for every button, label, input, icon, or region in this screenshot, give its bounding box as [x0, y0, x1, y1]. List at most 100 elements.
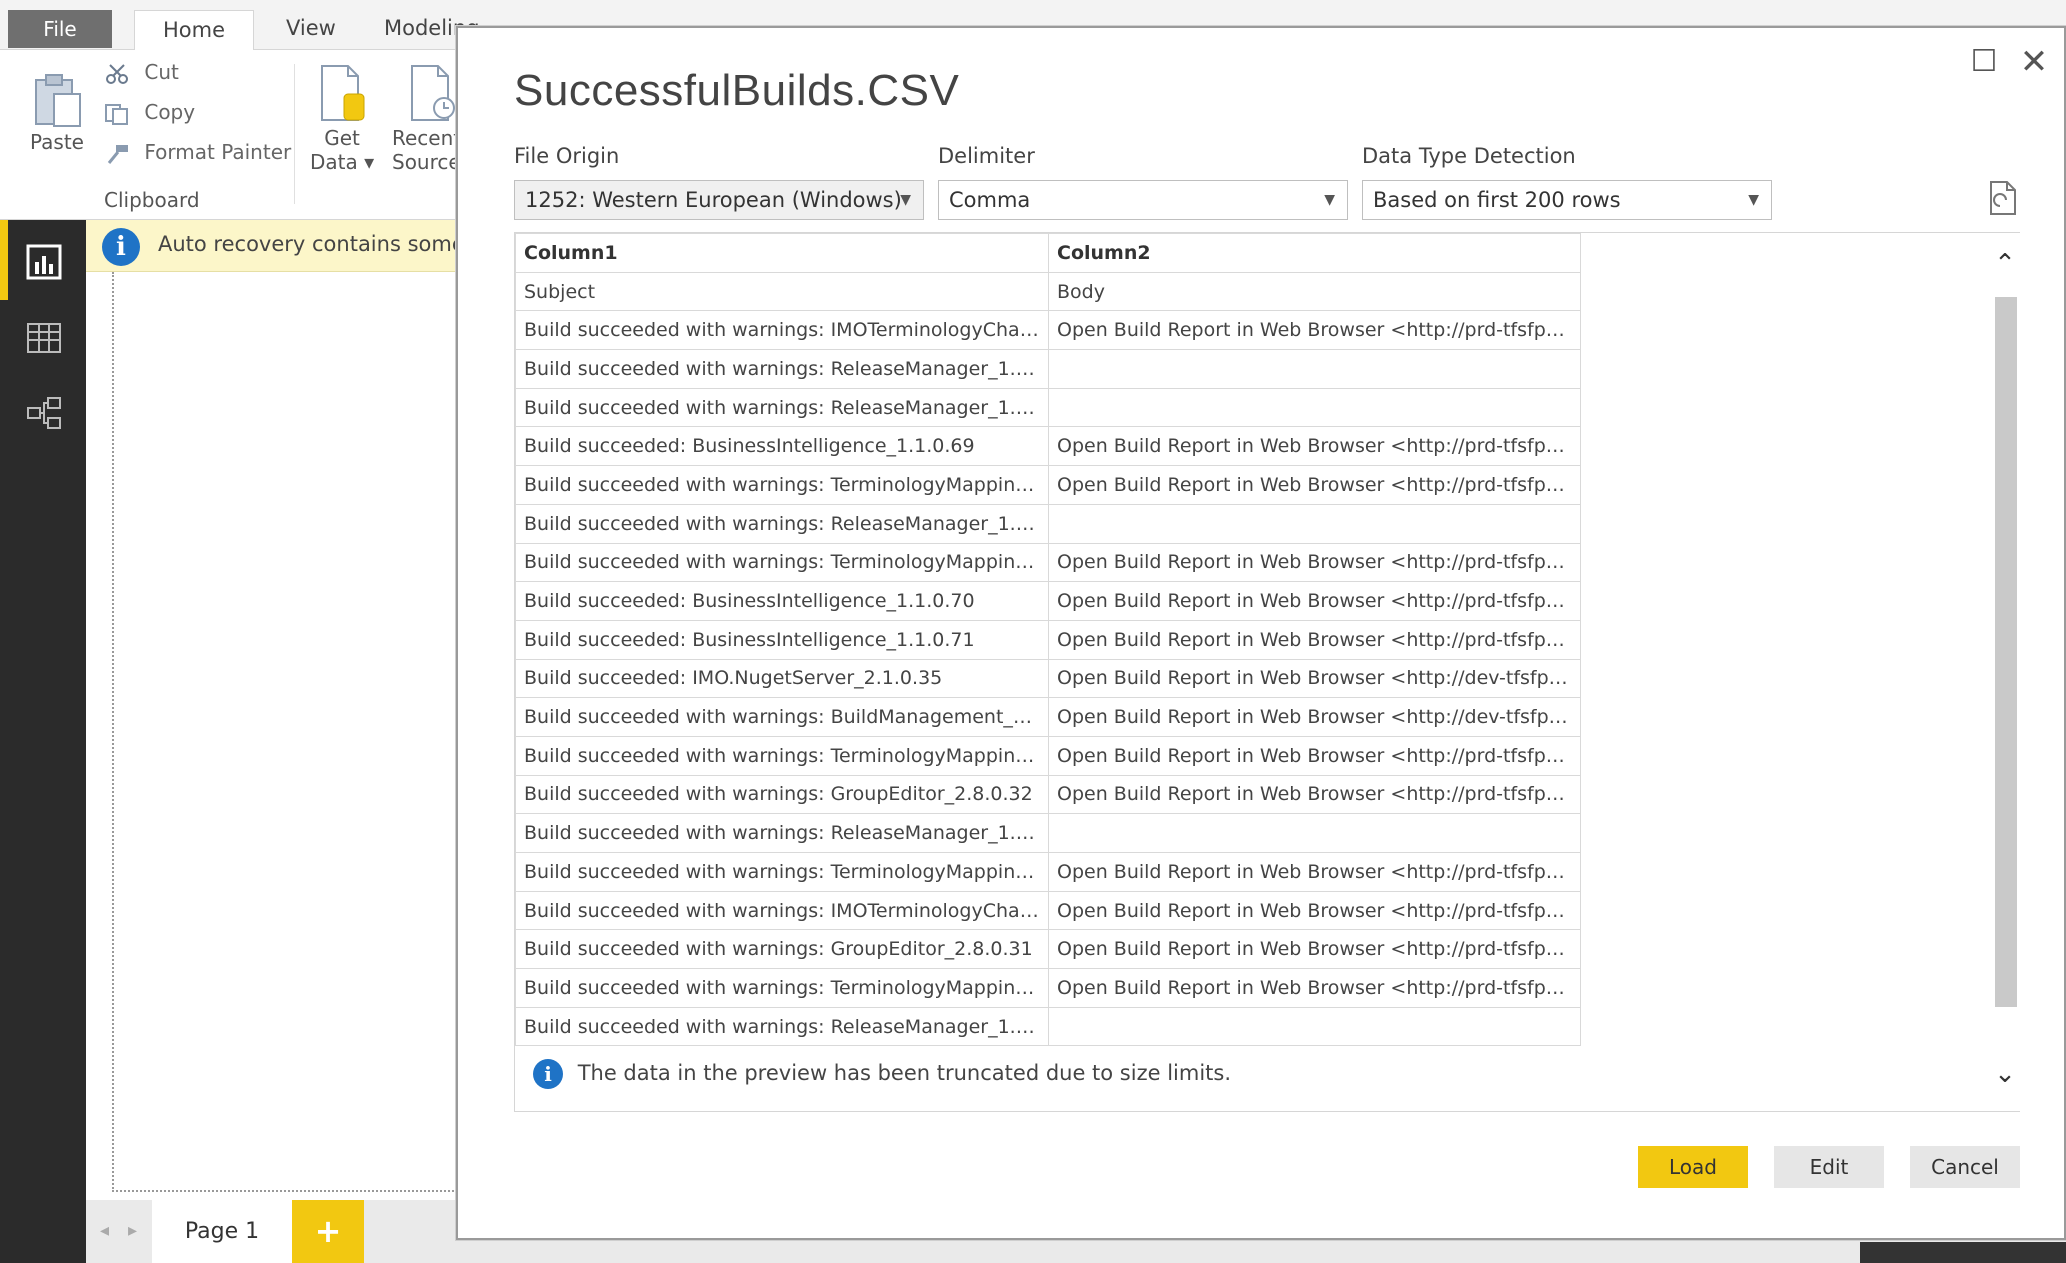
page-next-icon[interactable]: ▸	[128, 1220, 137, 1241]
table-cell: Build succeeded with warnings: IMOTermin…	[515, 890, 1049, 931]
export-icon[interactable]	[1988, 180, 2018, 216]
table-row: Build succeeded: BusinessIntelligence_1.…	[515, 619, 1581, 660]
table-row: Build succeeded with warnings: IMOTermin…	[515, 890, 1581, 931]
copy-icon	[105, 103, 128, 125]
table-row: Build succeeded with warnings: Terminolo…	[515, 735, 1581, 776]
table-cell: Build succeeded with warnings: Terminolo…	[515, 542, 1049, 583]
tab-file[interactable]: File	[8, 10, 112, 48]
table-cell: Build succeeded with warnings: GroupEdit…	[515, 929, 1049, 970]
data-preview: Column1 Column2 Subject Body Build succeed…	[514, 232, 2021, 1112]
dialog-title: SuccessfulBuilds.CSV	[514, 66, 960, 115]
truncation-text: The data in the preview has been truncat…	[577, 1061, 1232, 1085]
chevron-up-icon[interactable]: ⌃	[1991, 249, 2019, 279]
vertical-scrollbar[interactable]: ⌃ ⌄	[1987, 233, 2021, 1111]
table-row: Build succeeded: BusinessIntelligence_1.…	[515, 581, 1581, 621]
file-origin-label: File Origin	[514, 144, 620, 168]
relationships-view-icon[interactable]	[24, 394, 64, 434]
info-icon: i	[102, 228, 140, 266]
recent-sources-icon[interactable]	[408, 64, 458, 124]
table-cell: Open Build Report in Web Browser <http:/…	[1048, 658, 1581, 699]
table-cell: Build succeeded with warnings: ReleaseMa…	[515, 813, 1049, 853]
edit-button[interactable]: Edit	[1774, 1146, 1884, 1188]
active-view-indicator	[0, 220, 8, 300]
notification-text: Auto recovery contains some r	[158, 232, 481, 256]
column-header: Column2	[1048, 233, 1581, 273]
paste-button[interactable]: Paste	[30, 130, 84, 154]
delimiter-value: Comma	[949, 188, 1031, 212]
tab-view[interactable]: View	[272, 12, 350, 50]
table-cell: Open Build Report in Web Browser <http:/…	[1048, 310, 1581, 351]
format-painter-icon	[107, 144, 128, 164]
header-row: Column1 Column2	[515, 233, 1581, 273]
table-cell: Subject	[515, 271, 1049, 312]
status-strip	[1860, 1242, 2066, 1263]
table-row: Build succeeded with warnings: Terminolo…	[515, 465, 1581, 505]
get-data-icon[interactable]	[318, 64, 368, 124]
csv-import-dialog: SuccessfulBuilds.CSV ☐ ✕ File Origin 125…	[456, 26, 2066, 1240]
cancel-button[interactable]: Cancel	[1910, 1146, 2020, 1188]
table-cell	[1048, 387, 1581, 428]
file-origin-select[interactable]: 1252: Western European (Windows) ▼	[514, 180, 924, 220]
tab-home[interactable]: Home	[134, 10, 254, 50]
cut-icon	[106, 63, 128, 84]
table-cell: Build succeeded with warnings: BuildMana…	[515, 697, 1049, 737]
table-cell: Open Build Report in Web Browser <http:/…	[1048, 619, 1581, 660]
view-switcher-rail	[0, 220, 86, 1263]
table-cell: Build succeeded: BusinessIntelligence_1.…	[515, 581, 1049, 621]
table-cell: Open Build Report in Web Browser <http:/…	[1048, 890, 1581, 931]
table-cell: Build succeeded with warnings: GroupEdit…	[515, 774, 1049, 815]
table-row: Build succeeded with warnings: BuildMana…	[515, 697, 1581, 737]
get-data-button[interactable]: Get Data ▾	[310, 126, 374, 174]
table-cell: Open Build Report in Web Browser <http:/…	[1048, 929, 1581, 970]
page-tab[interactable]: Page 1	[152, 1200, 292, 1263]
power-bi-window: File Home View Modeling Paste Cut Copy F…	[0, 0, 2066, 1263]
ribbon-separator	[294, 64, 295, 204]
data-type-detection-value: Based on first 200 rows	[1373, 188, 1621, 212]
table-cell: Open Build Report in Web Browser <http:/…	[1048, 581, 1581, 621]
table-row: Build succeeded with warnings: ReleaseMa…	[515, 387, 1581, 428]
table-row: Build succeeded: BusinessIntelligence_1.…	[515, 426, 1581, 467]
table-row: Build succeeded with warnings: ReleaseMa…	[515, 813, 1581, 853]
table-cell: Build succeeded with warnings: ReleaseMa…	[515, 503, 1049, 544]
page-prev-icon[interactable]: ◂	[100, 1220, 109, 1241]
table-row: Build succeeded: IMO.NugetServer_2.1.0.3…	[515, 658, 1581, 699]
table-row: Subject Body	[515, 271, 1581, 312]
load-button[interactable]: Load	[1638, 1146, 1748, 1188]
table-cell: Build succeeded with warnings: IMOTermin…	[515, 310, 1049, 351]
report-view-icon[interactable]	[24, 242, 64, 282]
scrollbar-thumb[interactable]	[1995, 297, 2017, 1007]
table-cell: Open Build Report in Web Browser <http:/…	[1048, 465, 1581, 505]
table-cell	[1048, 349, 1581, 389]
table-cell	[1048, 813, 1581, 853]
preview-table: Column1 Column2 Subject Body Build succeed…	[515, 233, 1581, 1047]
cut-button[interactable]: Cut	[104, 60, 179, 85]
get-data-line2: Data ▾	[310, 150, 375, 174]
data-view-icon[interactable]	[24, 318, 64, 358]
table-row: Build succeeded with warnings: Terminolo…	[515, 542, 1581, 583]
copy-label: Copy	[144, 100, 196, 124]
data-type-detection-select[interactable]: Based on first 200 rows ▼	[1362, 180, 1772, 220]
table-row: Build succeeded with warnings: GroupEdit…	[515, 929, 1581, 970]
paste-icon[interactable]	[32, 72, 84, 130]
table-cell	[1048, 503, 1581, 544]
table-cell: Build succeeded: BusinessIntelligence_1.…	[515, 426, 1049, 467]
chevron-down-icon[interactable]: ⌄	[1991, 1059, 2019, 1089]
cut-label: Cut	[144, 60, 179, 84]
table-cell: Open Build Report in Web Browser <http:/…	[1048, 774, 1581, 815]
table-row: Build succeeded with warnings: Terminolo…	[515, 968, 1581, 1008]
add-page-button[interactable]: +	[292, 1200, 364, 1263]
table-cell: Build succeeded with warnings: Terminolo…	[515, 465, 1049, 505]
data-type-detection-label: Data Type Detection	[1362, 144, 1576, 168]
format-painter-button[interactable]: Format Painter	[104, 140, 291, 165]
delimiter-select[interactable]: Comma ▼	[938, 180, 1348, 220]
copy-button[interactable]: Copy	[104, 100, 195, 125]
close-icon[interactable]: ✕	[2012, 40, 2056, 84]
table-cell: Open Build Report in Web Browser <http:/…	[1048, 542, 1581, 583]
table-cell: Build succeeded with warnings: Terminolo…	[515, 968, 1049, 1008]
get-data-line1: Get	[324, 126, 360, 150]
maximize-icon[interactable]: ☐	[1962, 40, 2006, 84]
table-row: Build succeeded with warnings: ReleaseMa…	[515, 1006, 1581, 1047]
file-origin-value: 1252: Western European (Windows)	[525, 188, 902, 212]
table-cell: Body	[1048, 271, 1581, 312]
delimiter-label: Delimiter	[938, 144, 1035, 168]
